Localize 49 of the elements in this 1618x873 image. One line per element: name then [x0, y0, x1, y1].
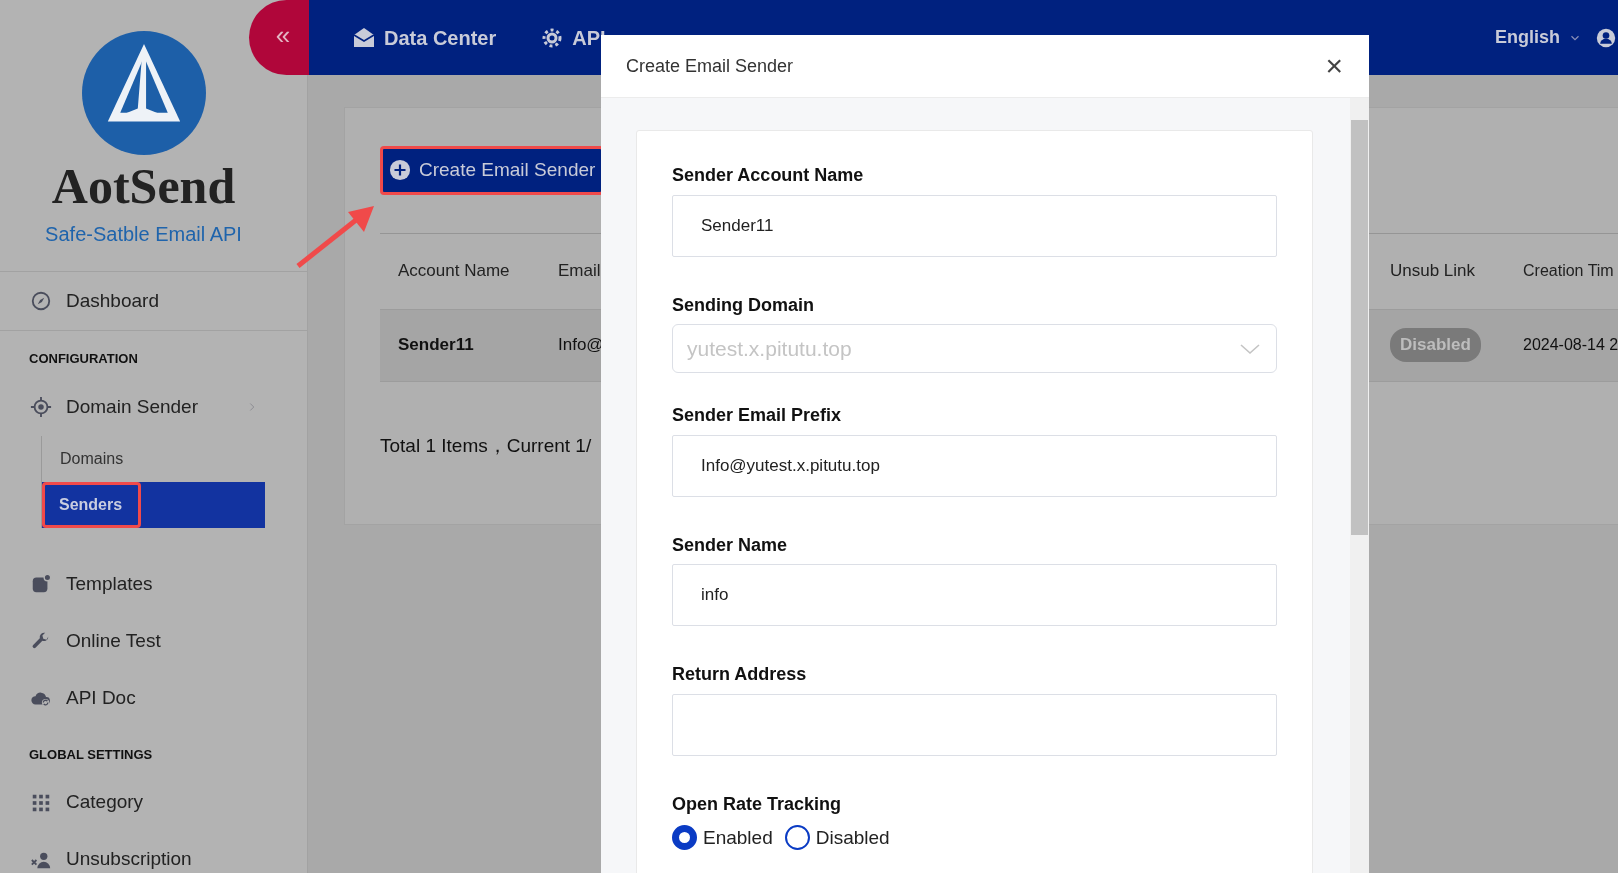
document-icon	[30, 573, 52, 595]
column-header: Creation Tim	[1522, 261, 1615, 281]
field-label: Sender Name	[672, 534, 789, 557]
pagination-text: Total 1 Items，Current 1/	[380, 433, 593, 458]
input-field[interactable]: Info@yutest.x.pitutu.top	[672, 434, 1277, 497]
column-header: Account Name	[397, 260, 511, 283]
field-label: Return Address	[672, 664, 808, 686]
target-icon	[30, 396, 52, 418]
column-header: Unsub Link	[1389, 260, 1477, 283]
language-menu[interactable]: English	[1495, 24, 1582, 51]
radio-button[interactable]	[784, 825, 810, 851]
status-badge: Disabled	[1390, 328, 1481, 362]
sidebar-item[interactable]: Unsubscription	[0, 831, 307, 873]
scrollbar[interactable]	[1350, 98, 1369, 873]
scrollbar-thumb[interactable]	[1351, 120, 1368, 535]
table-cell-text: Sender11	[397, 334, 475, 357]
column-header: Email	[557, 260, 602, 283]
envelope-icon	[352, 25, 376, 50]
field-label: Sender Account Name	[672, 165, 865, 187]
field-label: Open Rate Tracking	[672, 793, 843, 816]
submenu-item[interactable]: Senders	[42, 481, 265, 528]
section-heading: GLOBAL SETTINGS	[28, 745, 154, 764]
dialog-title: Create Email Sender	[626, 54, 794, 78]
close-button[interactable]: ×	[1321, 51, 1347, 81]
table-cell-text: Info@	[557, 334, 605, 357]
sidebar-item[interactable]: Domain Sender	[0, 378, 307, 436]
logo-tagline: Safe-Satble Email API	[45, 222, 242, 247]
sidebar-item[interactable]: Online Test	[0, 612, 307, 670]
radio-button[interactable]	[672, 825, 697, 851]
sidebar-item[interactable]: Category	[0, 774, 307, 831]
radio-label: Disabled	[815, 825, 890, 850]
sidebar-item[interactable]: API Doc	[0, 669, 307, 727]
sidebar-item[interactable]: Templates	[0, 555, 307, 613]
field-label: Sending Domain	[672, 294, 815, 317]
collapse-button[interactable]: «	[249, 0, 309, 75]
input-field[interactable]: Sender11	[672, 194, 1277, 257]
input-field[interactable]: info	[672, 564, 1277, 627]
radio-label: Enabled	[703, 825, 773, 850]
table-cell-text: 2024-08-14 2	[1522, 335, 1618, 355]
sidebar-item[interactable]: Dashboard	[0, 272, 307, 331]
nav-link[interactable]: Data Center	[352, 22, 497, 53]
field-label: Sender Email Prefix	[672, 405, 843, 427]
logo-text: AotSend	[51, 161, 236, 211]
input-field[interactable]	[672, 693, 1277, 756]
section-heading: CONFIGURATION	[28, 350, 139, 368]
plus-icon	[389, 159, 411, 182]
submenu-item[interactable]: Domains	[42, 435, 265, 482]
compass-icon	[30, 290, 52, 312]
logo-icon	[81, 31, 206, 155]
